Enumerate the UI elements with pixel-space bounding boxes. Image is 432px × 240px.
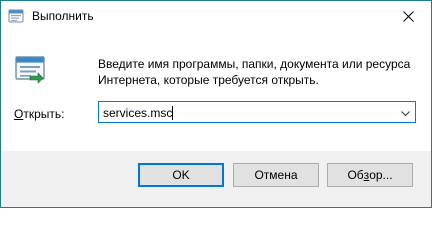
open-label-text: ткрыть: [23, 107, 65, 121]
combo-dropdown-button[interactable] [397, 105, 413, 120]
browse-label-prefix: Об [347, 168, 364, 182]
cancel-button[interactable]: Отмена [233, 163, 319, 187]
ok-button[interactable]: OK [138, 163, 224, 187]
browse-button[interactable]: Об з ор... [327, 163, 413, 187]
chevron-down-icon [400, 104, 410, 122]
open-combobox[interactable] [98, 101, 416, 123]
run-dialog: Выполнить Введите имя программы, папки, … [0, 0, 432, 208]
description-text: Введите имя программы, папки, документа … [98, 57, 411, 87]
window-title: Выполнить [32, 9, 94, 23]
browse-label-suffix: ор... [369, 168, 393, 182]
run-dialog-icon [8, 8, 24, 24]
button-bar: OK Отмена Об з ор... [1, 151, 431, 207]
title-bar[interactable]: Выполнить [1, 1, 431, 31]
text-caret [172, 106, 173, 120]
open-label-accelerator: О [14, 107, 24, 121]
close-icon [402, 10, 414, 22]
dialog-content: Введите имя программы, папки, документа … [1, 31, 431, 151]
close-button[interactable] [385, 1, 431, 31]
run-program-icon [14, 53, 46, 85]
open-input[interactable] [103, 105, 383, 121]
open-label: Открыть: [14, 107, 64, 121]
